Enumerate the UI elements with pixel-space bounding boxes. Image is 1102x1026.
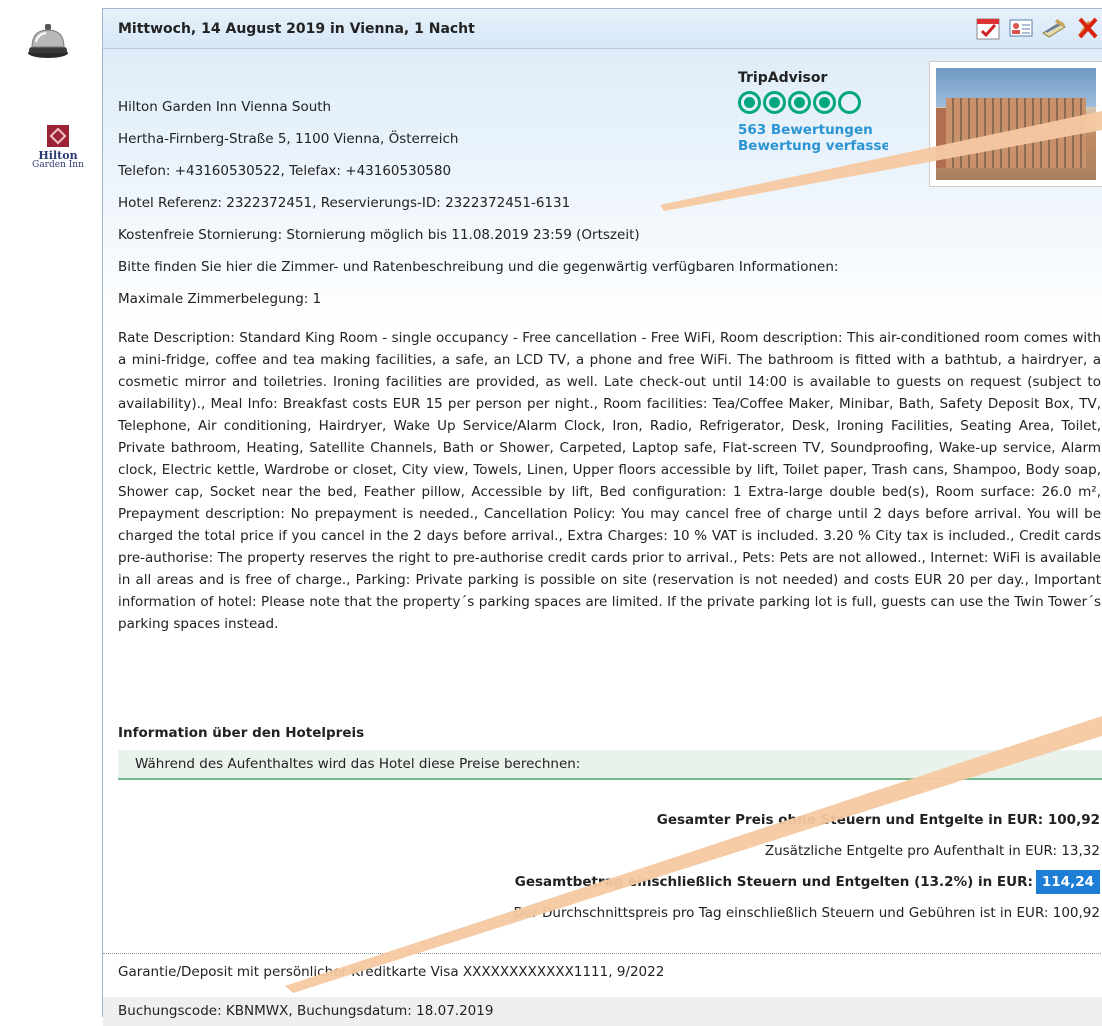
tripadvisor-reviews-link[interactable]: 563 Bewertungen [738,122,918,138]
tripadvisor-write-review-link[interactable]: Bewertung verfassen [738,138,888,154]
logo-sub: Garden Inn [32,160,84,170]
rate-description: Rate Description: Standard King Room - s… [118,330,1101,632]
price-section-title: Information über den Hotelpreis [118,725,365,741]
divider [103,953,1102,954]
cancel-icon[interactable] [1074,15,1100,41]
price-total-with-tax-row: Gesamtbetrag einschließlich Steuern und … [120,867,1100,898]
contact-card-icon[interactable] [1008,15,1034,41]
hotel-photo[interactable] [929,61,1102,187]
tripadvisor-rating [738,91,918,114]
price-total-with-tax-label: Gesamtbetrag einschließlich Steuern und … [514,874,1033,890]
guarantee-info: Garantie/Deposit mit persönlicher Kredit… [118,964,665,980]
rating-circle-icon [763,91,786,114]
left-column: Hilton Garden Inn [0,0,100,1017]
hotel-photo-image [936,68,1096,180]
reception-bell-icon [28,24,68,58]
hilton-mark-icon [47,125,69,147]
price-breakdown: Gesamter Preis ohne Steuern und Entgelte… [120,805,1100,929]
rating-circle-empty-icon [838,91,861,114]
price-additional-fees: Zusätzliche Entgelte pro Aufenthalt in E… [764,843,1100,859]
rating-circle-icon [788,91,811,114]
info-intro: Bitte finden Sie hier die Zimmer- und Ra… [118,259,839,275]
tripadvisor-title: TripAdvisor [738,70,828,86]
cancellation-info: Kostenfreie Stornierung: Stornierung mög… [118,227,640,243]
price-total-without-tax: Gesamter Preis ohne Steuern und Entgelte… [656,812,1100,828]
hotel-reference: Hotel Referenz: 2322372451, Reservierung… [118,195,571,211]
pen-edit-icon[interactable] [1041,15,1067,41]
calendar-check-icon[interactable] [975,15,1001,41]
tripadvisor-widget: TripAdvisor 563 Bewertungen Bewertung ve… [738,70,918,154]
price-total-badge: 114,24 [1035,870,1100,894]
rating-circle-icon [813,91,836,114]
hotel-logo: Hilton Garden Inn [30,125,86,175]
booking-date-title: Mittwoch, 14 August 2019 in Vienna, 1 Na… [118,20,475,37]
booking-code-bar: Buchungscode: KBNMWX, Buchungsdatum: 18.… [103,997,1102,1026]
rating-circle-icon [738,91,761,114]
max-occupancy: Maximale Zimmerbelegung: 1 [118,291,322,307]
booking-panel: Mittwoch, 14 August 2019 in Vienna, 1 Na… [102,8,1102,1026]
price-info-bar: Während des Aufenthaltes wird das Hotel … [118,750,1102,780]
booking-header: Mittwoch, 14 August 2019 in Vienna, 1 Na… [103,9,1102,49]
toolbar [975,15,1100,41]
price-avg-per-day: Der Durchschnittspreis pro Tag einschlie… [513,905,1100,921]
